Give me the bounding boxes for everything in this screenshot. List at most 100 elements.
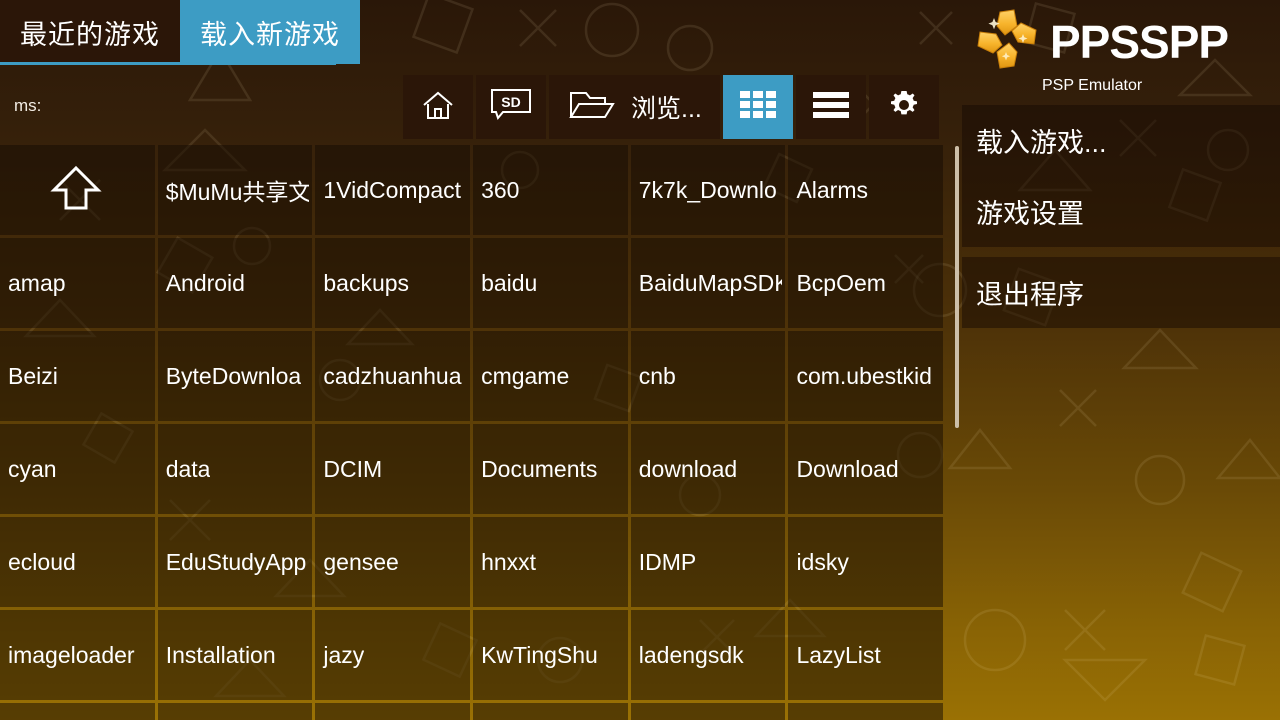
file-entry[interactable]: hnxxt [473,517,628,607]
top-tab-bar: 最近的游戏 载入新游戏 [0,0,360,64]
file-entry-label: hnxxt [481,548,537,575]
file-entry[interactable]: $MuMu共享文 [157,145,313,235]
file-entry[interactable]: baidu [473,238,628,328]
app-title: PPSSPP [1050,15,1229,68]
file-entry-label: Android [165,269,245,296]
menu-game-settings-label: 游戏设置 [976,199,1084,229]
file-entry[interactable]: KwTingShu [473,610,628,700]
file-entry[interactable]: Installation [157,610,313,700]
primary-menu-group: 载入游戏... 游戏设置 [962,105,1280,247]
file-entry-empty [315,703,471,720]
file-entry-empty [473,703,628,720]
file-entry[interactable]: Android [157,238,313,328]
file-entry[interactable]: download [630,424,786,514]
file-entry-parent-directory[interactable] [0,145,155,235]
file-entry[interactable]: 7k7k_Downlo [630,145,786,235]
up-arrow-icon [48,162,104,219]
file-entry[interactable]: ByteDownloa [157,331,313,421]
file-entry-label: Beizi [8,362,58,389]
menu-load-game[interactable]: 载入游戏... [962,105,1280,176]
file-entry-label: cnb [638,362,676,389]
file-entry[interactable]: Documents [473,424,628,514]
file-entry[interactable]: BaiduMapSDK [630,238,786,328]
file-entry[interactable]: data [157,424,313,514]
file-entry[interactable]: cyan [0,424,155,514]
menu-game-settings[interactable]: 游戏设置 [962,176,1280,247]
file-entry[interactable]: cadzhuanhua [315,331,471,421]
file-entry-label: ladengsdk [638,641,744,668]
file-entry-label: Documents [481,455,598,482]
file-entry-empty [157,703,313,720]
sd-card-icon: SD [489,86,533,129]
gear-icon [887,88,921,127]
tab-load-new-game[interactable]: 载入新游戏 [180,0,360,64]
file-entry[interactable]: gensee [315,517,471,607]
file-entry-label: IDMP [638,548,697,575]
file-entry[interactable]: Beizi [0,331,155,421]
file-entry[interactable]: ecloud [0,517,155,607]
file-entry[interactable]: amap [0,238,155,328]
folder-icon [567,85,617,130]
file-entry-label: cyan [8,455,57,482]
file-entry-label: download [638,455,738,482]
file-entry[interactable]: EduStudyApp [157,517,313,607]
file-entry-label: cmgame [481,362,570,389]
app-branding: PPSSPP [962,0,1280,75]
file-entry-label: cadzhuanhua [323,362,462,389]
file-entry[interactable]: backups [315,238,471,328]
file-entry[interactable]: cmgame [473,331,628,421]
sd-card-button[interactable]: SD [476,75,546,139]
menu-load-game-label: 载入游戏... [976,128,1107,158]
ppsspp-app-window: 最近的游戏 载入新游戏 ms: SD 浏览... $MuMu共享文 1VidCo… [0,0,1280,720]
file-entry-label: Download [796,455,899,482]
settings-button[interactable] [868,75,939,139]
menu-exit-app[interactable]: 退出程序 [962,257,1280,328]
file-entry-label: BcpOem [796,269,886,296]
file-entry-label: $MuMu共享文 [165,179,310,205]
browse-button[interactable]: 浏览... [549,75,720,139]
file-entry[interactable]: 1VidCompact [315,145,471,235]
file-entry-label: imageloader [8,641,135,668]
list-view-button[interactable] [795,75,866,139]
file-entry-label: backups [323,269,410,296]
file-entry-label: 7k7k_Downlo [638,176,777,203]
file-entry[interactable]: ladengsdk [630,610,786,700]
list-view-icon [812,90,850,125]
secondary-menu-group: 退出程序 [962,257,1280,328]
file-entry[interactable]: idsky [788,517,944,607]
file-entry-label: jazy [323,641,365,668]
file-entry[interactable]: jazy [315,610,471,700]
home-button[interactable] [403,75,473,139]
vertical-scrollbar[interactable] [955,146,959,428]
file-browser-grid: $MuMu共享文 1VidCompact 360 7k7k_Downlo Alarms a… [0,145,944,720]
browse-label: 浏览... [631,95,702,123]
file-entry-label: ByteDownloa [165,362,302,389]
file-entry[interactable]: Download [788,424,944,514]
file-entry-label: Alarms [796,176,868,203]
grid-view-icon [739,90,777,125]
file-entry[interactable]: cnb [630,331,786,421]
file-entry-label: EduStudyApp [165,548,307,575]
file-entry-label: com.ubestkid [796,362,932,389]
file-entry[interactable]: LazyList [788,610,944,700]
file-entry[interactable]: BcpOem [788,238,944,328]
svg-text:SD: SD [501,94,520,110]
file-entry[interactable]: DCIM [315,424,471,514]
file-entry-label: BaiduMapSDK [638,269,783,296]
file-entry[interactable]: IDMP [630,517,786,607]
current-path-label: ms: [14,96,42,115]
file-entry[interactable]: com.ubestkid [788,331,944,421]
right-side-panel: PPSSPP PSP Emulator 载入游戏... 游戏设置 退出程序 [962,0,1280,720]
file-entry[interactable]: 360 [473,145,628,235]
ppsspp-logo-icon [974,8,1040,75]
file-entry-label: ecloud [8,548,76,575]
tab-recent-games[interactable]: 最近的游戏 [0,0,180,64]
grid-view-button[interactable] [722,75,793,139]
file-entry[interactable]: imageloader [0,610,155,700]
browser-toolbar: SD 浏览... [403,75,939,139]
file-entry-label: 360 [481,176,520,203]
file-browser-grid-container[interactable]: $MuMu共享文 1VidCompact 360 7k7k_Downlo Alarms a… [0,145,944,720]
file-entry-label: LazyList [796,641,881,668]
file-entry[interactable]: Alarms [788,145,944,235]
file-entry-label: DCIM [323,455,383,482]
